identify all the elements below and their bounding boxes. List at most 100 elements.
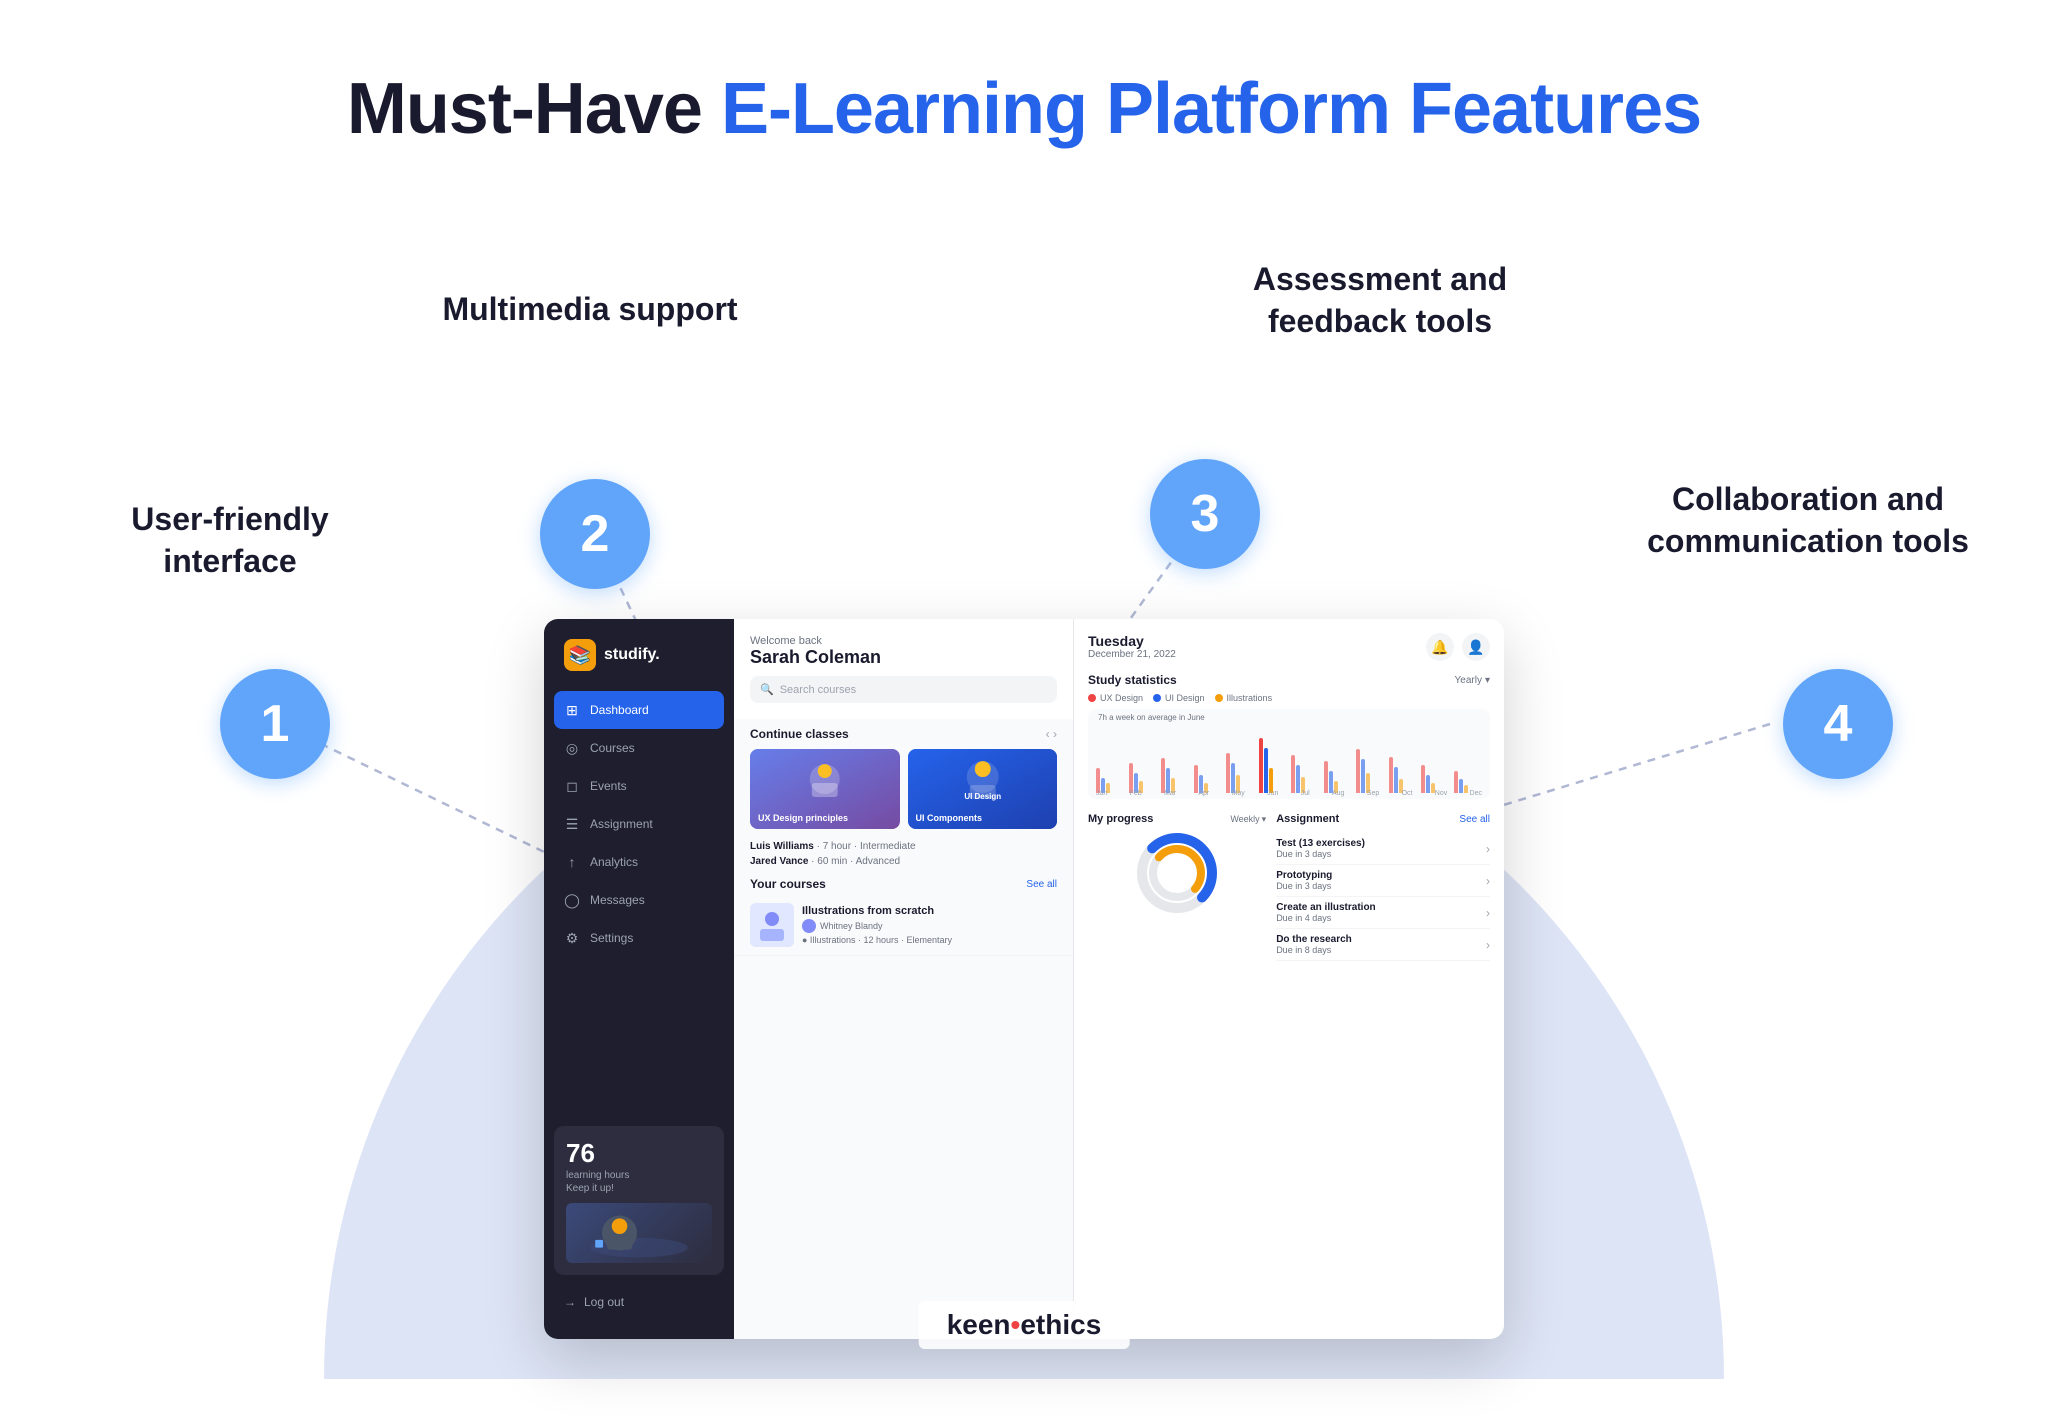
nav-label-settings: Settings [590, 931, 633, 945]
assignment-info-2: Prototyping Due in 3 days [1276, 870, 1332, 891]
bar-oct [1389, 757, 1418, 793]
author-name-1: Whitney Blandy [820, 921, 883, 931]
legend-label-illustrations: Illustrations [1227, 693, 1273, 703]
bar-jul [1291, 755, 1320, 793]
sidebar-stats-box: 76 learning hoursKeep it up! [554, 1126, 724, 1275]
welcome-section: Welcome back Sarah Coleman 🔍 Search cour… [734, 619, 1073, 719]
bar-nov [1421, 765, 1450, 793]
assignment-info-1: Test (13 exercises) Due in 3 days [1276, 838, 1365, 859]
assignment-name-4: Do the research [1276, 934, 1352, 945]
course-name-1: Illustrations from scratch [802, 905, 1057, 917]
sidebar: 📚 studify. ⊞ Dashboard ◎ Courses ◻ Event… [544, 619, 734, 1339]
bar-jun [1259, 738, 1288, 793]
class-card-2[interactable]: UI Design UI Components [908, 749, 1058, 829]
courses-see-all[interactable]: See all [1026, 879, 1057, 890]
legend-ux: UX Design [1088, 693, 1143, 703]
stats-header: Study statistics Yearly ▾ [1088, 673, 1490, 687]
search-box[interactable]: 🔍 Search courses [750, 676, 1057, 703]
nav-label-events: Events [590, 779, 627, 793]
number-bubble-4: 4 [1783, 669, 1893, 779]
number-bubble-3: 3 [1150, 459, 1260, 569]
brand-name: keen•ethics [947, 1309, 1102, 1340]
progress-assignment-row: My progress Weekly ▾ [1074, 807, 1504, 1339]
day-label: Tuesday [1088, 633, 1176, 649]
nav-item-events[interactable]: ◻ Events [544, 767, 734, 805]
progress-section: My progress Weekly ▾ [1088, 813, 1266, 1333]
feature-label-4: Collaboration andcommunication tools [1638, 479, 1978, 562]
brand-dot: • [1011, 1309, 1021, 1340]
diagram-area: User-friendlyinterface Multimedia suppor… [0, 179, 2048, 1379]
stats-number: 76 [566, 1138, 712, 1169]
assignment-arrow-3: › [1486, 906, 1490, 920]
legend-dot-ui [1153, 694, 1161, 702]
your-courses-title: Your courses [750, 877, 826, 891]
period-selector[interactable]: Yearly ▾ [1455, 675, 1490, 686]
bar-may [1226, 753, 1255, 793]
stats-label: learning hoursKeep it up! [566, 1169, 712, 1195]
title-highlight: E-Learning Platform Features [721, 69, 1701, 149]
assignment-item-1[interactable]: Test (13 exercises) Due in 3 days › [1276, 833, 1490, 865]
profile-icon[interactable]: 👤 [1462, 633, 1490, 661]
assignment-title: Assignment [1276, 813, 1339, 825]
main-title: Must-Have E-Learning Platform Features [347, 70, 1701, 149]
legend-label-ux: UX Design [1100, 693, 1143, 703]
assignment-due-4: Due in 8 days [1276, 945, 1352, 955]
assignment-section: Assignment See all Test (13 exercises) D… [1276, 813, 1490, 1333]
bar-mar [1161, 758, 1190, 793]
assignment-header: Assignment See all [1276, 813, 1490, 825]
class-card-1-label: UX Design principles [758, 813, 848, 823]
nav-item-messages[interactable]: ◯ Messages [544, 881, 734, 919]
progress-header: My progress Weekly ▾ [1088, 813, 1266, 825]
assignment-arrow-1: › [1486, 842, 1490, 856]
assignment-due-2: Due in 3 days [1276, 881, 1332, 891]
bar-sep [1356, 749, 1385, 793]
courses-icon: ◎ [564, 740, 580, 756]
course-item-1: Illustrations from scratch Whitney Bland… [734, 895, 1073, 956]
your-courses-header: Your courses See all [734, 869, 1073, 895]
right-header: Tuesday December 21, 2022 🔔 👤 [1074, 619, 1504, 669]
progress-ring-area [1088, 833, 1266, 913]
assignment-item-4[interactable]: Do the research Due in 8 days › [1276, 929, 1490, 961]
class-card-1[interactable]: UX Design principles [750, 749, 900, 829]
study-stats-section: Study statistics Yearly ▾ UX Design [1074, 669, 1504, 807]
logo-text: studify. [604, 646, 660, 664]
course-thumbnail-1 [750, 903, 794, 947]
nav-item-courses[interactable]: ◎ Courses [544, 729, 734, 767]
number-bubble-1: 1 [220, 669, 330, 779]
author-row-1: Whitney Blandy [802, 919, 1057, 933]
keen-ethics-branding: keen•ethics [919, 1301, 1130, 1349]
course-tag: ● Illustrations [802, 935, 855, 945]
date-info: Tuesday December 21, 2022 [1088, 633, 1176, 660]
legend-illustrations: Illustrations [1215, 693, 1273, 703]
welcome-name: Sarah Coleman [750, 647, 1057, 668]
bar-aug [1324, 761, 1353, 793]
settings-icon: ⚙ [564, 930, 580, 946]
assignment-item-2[interactable]: Prototyping Due in 3 days › [1276, 865, 1490, 897]
assignment-see-all[interactable]: See all [1459, 814, 1490, 825]
chart-legend: UX Design UI Design Illustrations [1088, 693, 1490, 703]
course-meta-1: ● Illustrations · 12 hours · Elementary [802, 935, 1057, 945]
progress-title: My progress [1088, 813, 1153, 825]
author-avatar-1 [802, 919, 816, 933]
course2-instructor: Jared Vance · 60 min · Advanced [734, 856, 1073, 869]
dashboard-icon: ⊞ [564, 702, 580, 718]
notification-icon[interactable]: 🔔 [1426, 633, 1454, 661]
study-stats-title: Study statistics [1088, 673, 1177, 687]
content-panels: Welcome back Sarah Coleman 🔍 Search cour… [734, 619, 1504, 1339]
nav-item-settings[interactable]: ⚙ Settings [544, 919, 734, 957]
nav-item-assignment[interactable]: ☰ Assignment [544, 805, 734, 843]
assignment-due-1: Due in 3 days [1276, 849, 1365, 859]
nav-item-dashboard[interactable]: ⊞ Dashboard [554, 691, 724, 729]
nav-item-analytics[interactable]: ↑ Analytics [544, 843, 734, 881]
assignment-item-3[interactable]: Create an illustration Due in 4 days › [1276, 897, 1490, 929]
continue-classes: UX Design principles [734, 745, 1073, 837]
assignment-arrow-2: › [1486, 874, 1490, 888]
sidebar-footer[interactable]: → Log out [544, 1285, 734, 1319]
course-instructor: Luis Williams · 7 hour · Intermediate [734, 837, 1073, 856]
stats-illustration [566, 1203, 712, 1263]
course-hours: 12 hours [863, 935, 898, 945]
search-placeholder: Search courses [780, 684, 856, 696]
weekly-selector[interactable]: Weekly ▾ [1230, 814, 1266, 825]
nav-label-courses: Courses [590, 741, 635, 755]
legend-label-ui: UI Design [1165, 693, 1205, 703]
